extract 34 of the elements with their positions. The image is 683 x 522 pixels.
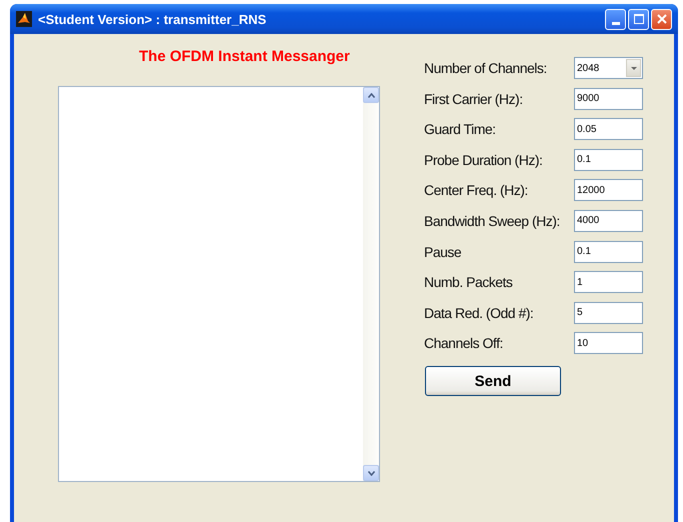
input-field[interactable]: 0.1 — [574, 240, 643, 263]
caret-icon — [630, 66, 636, 70]
field-label: Data Red. (Odd #): — [424, 304, 534, 321]
field-label: Bandwidth Sweep (Hz): — [424, 212, 561, 229]
field-label: Guard Time: — [424, 121, 497, 138]
input-field[interactable]: 5 — [574, 302, 643, 324]
send-button[interactable]: Send — [425, 366, 561, 396]
heading: The OFDM Instant Messanger — [139, 48, 350, 65]
input-field[interactable]: 0.1 — [574, 148, 643, 171]
field-label: Pause — [424, 244, 462, 260]
scrollbar[interactable] — [363, 87, 379, 481]
input-field[interactable]: 1 — [574, 271, 643, 294]
field-label: Numb. Packets — [424, 274, 514, 290]
input-field[interactable]: 12000 — [574, 179, 643, 202]
scroll-up-button[interactable] — [363, 87, 379, 103]
scroll-down-button[interactable] — [363, 465, 379, 481]
minimize-button[interactable] — [605, 8, 626, 30]
window-title: <Student Version> : transmitter_RNS — [38, 12, 268, 26]
input-field[interactable]: 10 — [574, 332, 643, 354]
dropdown[interactable]: 2048 — [574, 57, 643, 79]
field-label: Probe Duration (Hz): — [424, 152, 544, 168]
field-label: First Carrier (Hz): — [424, 90, 524, 107]
minimize-icon — [612, 22, 620, 24]
close-icon — [656, 14, 666, 24]
field-label: Channels Off: — [424, 335, 504, 352]
field-label: Center Freq. (Hz): — [424, 182, 529, 198]
input-field[interactable]: 0.05 — [574, 118, 643, 140]
close-button[interactable] — [651, 8, 672, 30]
field-label: Number of Channels: — [424, 60, 548, 76]
app-icon — [16, 11, 32, 27]
maximize-icon — [634, 14, 644, 24]
input-field[interactable]: 9000 — [574, 88, 643, 110]
maximize-button[interactable] — [628, 8, 649, 30]
input-field[interactable]: 4000 — [574, 210, 643, 232]
